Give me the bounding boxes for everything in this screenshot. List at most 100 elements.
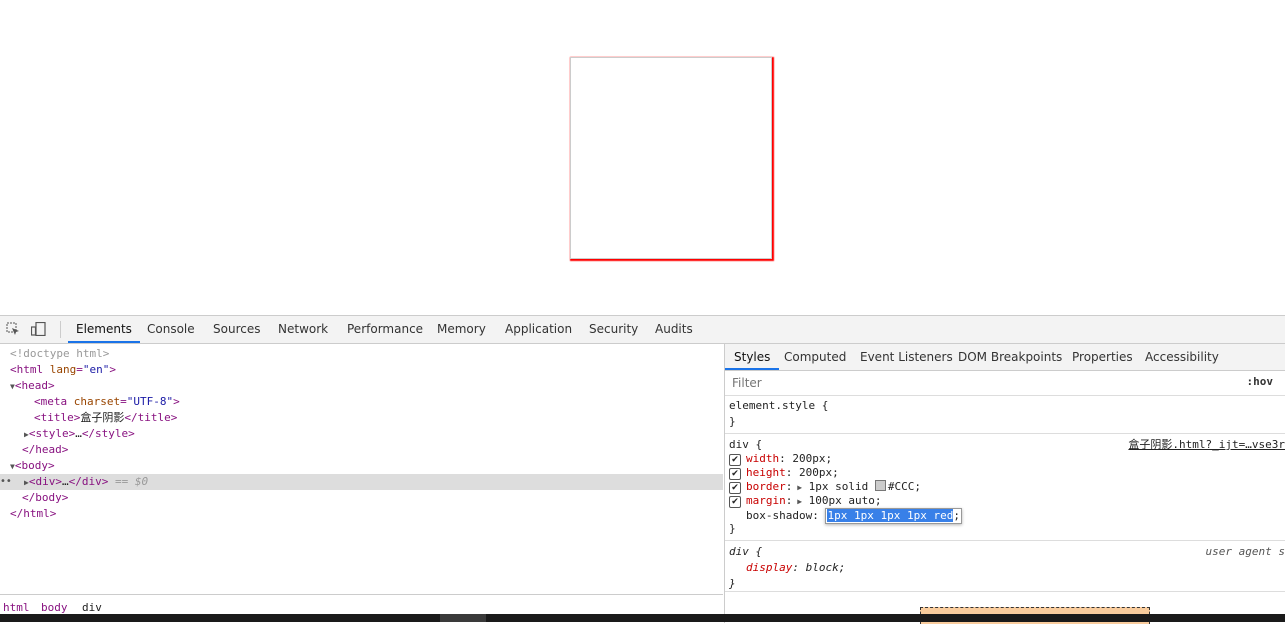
div-rule: div { 盒子阴影.html?_ijt=…vse3r ✔ width: 200… [725,434,1285,541]
toolbar-divider [60,321,61,338]
html-bracket: > [109,363,116,376]
tab-performance[interactable]: Performance [347,316,423,342]
element-style-selector[interactable]: element.style { [729,399,828,413]
ua-rule-close: } [729,577,736,590]
dom-meta[interactable]: <meta charset="UTF-8"> [34,394,180,410]
div-open-tag: <div> [28,475,62,488]
prop-name: height [746,466,786,479]
meta-bracket: > [173,395,180,408]
prop-width[interactable]: width: 200px; [746,452,832,466]
dom-div-selected[interactable]: ▶<div>…</div> == $0 [24,474,148,490]
ua-rule-source: user agent s [1205,545,1285,558]
styles-filter-input[interactable] [729,374,1240,391]
dom-html-open[interactable]: <html lang="en"> [10,362,116,378]
dom-html-close[interactable]: </html> [10,506,56,522]
tab-computed[interactable]: Computed [784,344,846,370]
tab-application[interactable]: Application [505,316,572,342]
prop-name: border [746,480,786,493]
div-rule-close: } [729,522,736,535]
more-options-icon[interactable]: •• [0,474,12,490]
style-open-tag: <style> [28,427,76,440]
title-close-tag: </title> [124,411,178,424]
div-rule-selector[interactable]: div { [729,438,762,452]
tab-accessibility[interactable]: Accessibility [1145,344,1219,370]
taskbar-item[interactable] [440,614,486,622]
prop-value: 1px solid [808,480,869,493]
div-close-tag: </div> [68,475,109,488]
dom-head-close[interactable]: </head> [22,442,68,458]
value-semicolon: ; [953,509,960,522]
hover-state-toggle[interactable]: :hov [1247,375,1274,388]
styles-tabbar: Styles Computed Event Listeners DOM Brea… [725,344,1285,371]
shadow-box[interactable] [570,57,772,259]
page-viewport [0,0,1285,315]
dom-doctype[interactable]: <!doctype html> [10,346,109,362]
prop-name: width [746,452,780,465]
tab-security[interactable]: Security [589,316,638,342]
prop-name: display [746,561,793,574]
dom-body-close[interactable]: </body> [22,490,68,506]
title-text: 盒子阴影 [80,411,125,424]
height-checkbox[interactable]: ✔ [729,468,741,480]
prop-value: block; [805,561,846,574]
dom-body[interactable]: ▼<body> [10,458,55,474]
html-close-tag: </html> [10,507,57,520]
dom-title[interactable]: <title>盒子阴影</title> [34,410,177,426]
element-style-close: } [729,415,736,428]
tab-elements[interactable]: Elements [68,316,140,343]
prop-height[interactable]: height: 200px; [746,466,839,480]
style-ellipsis: … [75,427,82,440]
breadcrumb-div[interactable]: div [82,601,102,614]
margin-checkbox[interactable]: ✔ [729,496,741,508]
devtools-tabbar: Elements Console Sources Network Perform… [0,316,1285,344]
select-element-icon[interactable] [6,322,20,336]
box-shadow-value-editor[interactable]: 1px 1px 1px 1px red; [825,508,962,524]
prop-value: 200px; [799,466,839,479]
selected-value-part: 1px [827,509,848,522]
meta-tag: <meta [34,395,68,408]
selected-value-rest: 1px 1px 1px red [847,509,954,522]
prop-value: 200px; [792,452,833,465]
breadcrumb-html[interactable]: html [3,601,30,614]
tab-memory[interactable]: Memory [437,316,486,342]
ua-rule-selector: div { [729,545,763,558]
prop-border[interactable]: border: ▶ 1px solid #CCC; [746,480,921,494]
ua-prop-display: display: block; [746,561,846,574]
tab-dom-breakpoints[interactable]: DOM Breakpoints [958,344,1062,370]
breadcrumb-body[interactable]: body [41,601,68,614]
body-tag: <body> [14,459,55,472]
styles-filter-row: :hov [725,371,1285,396]
taskbar [0,614,1285,622]
tab-console[interactable]: Console [147,316,195,342]
div-rule-source-link[interactable]: 盒子阴影.html?_ijt=…vse3r [1128,438,1285,452]
expand-triangle-icon[interactable]: ▶ [792,497,802,506]
prop-margin[interactable]: margin: ▶ 100px auto; [746,494,882,508]
device-toggle-icon[interactable] [30,321,46,337]
tab-styles[interactable]: Styles [725,344,780,370]
body-close-tag: </body> [22,491,69,504]
border-checkbox[interactable]: ✔ [729,482,741,494]
prop-name: box-shadow [746,509,813,522]
html-lang-attr: lang [49,363,77,376]
prop-box-shadow-editing[interactable]: box-shadow: 1px 1px 1px 1px red; [746,508,962,524]
style-close-tag: </style> [81,427,135,440]
elements-tree: <!doctype html> <html lang="en"> ▼<head>… [0,344,725,624]
prop-value: 100px auto; [808,494,882,507]
dom-head[interactable]: ▼<head> [10,378,55,394]
styles-pane: Styles Computed Event Listeners DOM Brea… [725,344,1285,624]
tab-event-listeners[interactable]: Event Listeners [860,344,953,370]
tab-sources[interactable]: Sources [213,316,260,342]
tab-properties[interactable]: Properties [1072,344,1133,370]
tab-network[interactable]: Network [278,316,328,342]
element-style-rule: element.style { } [725,396,1285,434]
expand-triangle-icon[interactable]: ▶ [792,483,802,492]
color-swatch-icon[interactable] [874,480,886,491]
head-tag: <head> [14,379,55,392]
html-lang-value: "en" [82,363,110,376]
dom-style[interactable]: ▶<style>…</style> [24,426,135,442]
meta-charset-attr: charset [73,395,121,408]
width-checkbox[interactable]: ✔ [729,454,741,466]
prop-color-value: #CCC; [887,480,921,493]
tab-audits[interactable]: Audits [655,316,693,342]
selected-node-ref: == $0 [114,475,149,488]
